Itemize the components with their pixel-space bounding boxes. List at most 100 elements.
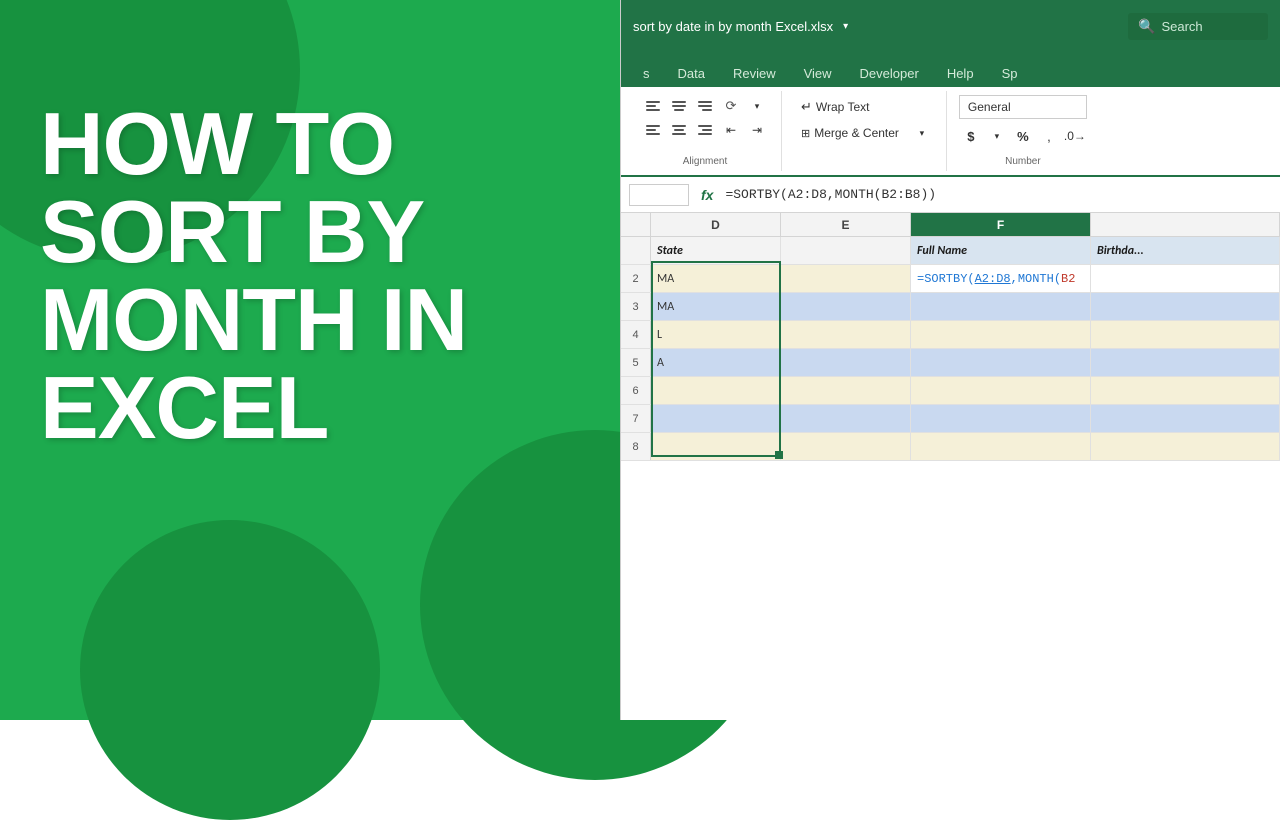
cell-d6[interactable] xyxy=(651,377,781,404)
cell-f6[interactable] xyxy=(911,377,1091,404)
merge-center-label: Merge & Center xyxy=(814,126,899,140)
spreadsheet-area: State Full Name Birthda... 2 MA =SORTBY(… xyxy=(621,237,1280,461)
cell-d3[interactable]: MA xyxy=(651,293,781,320)
ribbon-group-wrap-merge: ↵ Wrap Text ⊞ Merge & Center ▾ xyxy=(782,91,947,171)
row-num-header xyxy=(621,237,651,264)
search-label: Search xyxy=(1161,19,1202,34)
title-text: HOW TO SORT BY MONTH IN EXCEL xyxy=(40,100,600,452)
col-header-e[interactable]: E xyxy=(781,213,911,236)
cell-g5[interactable] xyxy=(1091,349,1280,376)
header-cell-g[interactable]: Birthda... xyxy=(1091,237,1280,264)
align-top-right-btn[interactable] xyxy=(693,95,717,117)
row-num-1: 2 xyxy=(621,265,651,292)
cell-f8[interactable] xyxy=(911,433,1091,460)
cell-e6[interactable] xyxy=(781,377,911,404)
orientation-btn[interactable]: ⟳ xyxy=(719,95,743,117)
ribbon-content: ⟳ ▾ xyxy=(621,87,1280,177)
indent-decrease-btn[interactable]: ⇤ xyxy=(719,119,743,141)
data-row-5: 6 xyxy=(621,377,1280,405)
wrap-text-btn[interactable]: ↵ Wrap Text xyxy=(794,95,934,119)
cell-d2[interactable]: MA xyxy=(651,265,781,292)
cell-f5[interactable] xyxy=(911,349,1091,376)
cell-g6[interactable] xyxy=(1091,377,1280,404)
ribbon-group-number: General $ ▾ % , .0→ Number xyxy=(947,91,1099,171)
cell-e7[interactable] xyxy=(781,405,911,432)
data-row-1: 2 MA =SORTBY(A2:D8,MONTH(B2 xyxy=(621,265,1280,293)
merge-center-btn[interactable]: ⊞ Merge & Center xyxy=(794,122,906,144)
col-header-d[interactable]: D xyxy=(651,213,781,236)
data-row-7: 8 xyxy=(621,433,1280,461)
indent-increase-btn[interactable]: ⇥ xyxy=(745,119,769,141)
row-num-7: 8 xyxy=(621,433,651,460)
row-num-4: 5 xyxy=(621,349,651,376)
cell-d4[interactable]: L xyxy=(651,321,781,348)
number-format-box[interactable]: General xyxy=(959,95,1087,119)
cell-f7[interactable] xyxy=(911,405,1091,432)
align-center-btn[interactable] xyxy=(667,119,691,141)
row-num-5: 6 xyxy=(621,377,651,404)
data-row-6: 7 xyxy=(621,405,1280,433)
cell-g4[interactable] xyxy=(1091,321,1280,348)
header-cell-f[interactable]: Full Name xyxy=(911,237,1091,264)
formula-display: =SORTBY(A2:D8,MONTH(B2 xyxy=(917,272,1075,286)
formula-bar-text[interactable]: =SORTBY(A2:D8,MONTH(B2:B8)) xyxy=(725,187,936,202)
cell-ref-box[interactable] xyxy=(629,184,689,206)
wrap-merge-area: ↵ Wrap Text ⊞ Merge & Center ▾ xyxy=(794,95,934,144)
number-group-label: Number xyxy=(1005,152,1041,167)
header-cell-e[interactable] xyxy=(781,237,911,264)
cell-g8[interactable] xyxy=(1091,433,1280,460)
title-area: HOW TO SORT BY MONTH IN EXCEL xyxy=(40,100,600,452)
cell-f3[interactable] xyxy=(911,293,1091,320)
title-line4: EXCEL xyxy=(40,364,600,452)
cell-e8[interactable] xyxy=(781,433,911,460)
cell-e5[interactable] xyxy=(781,349,911,376)
cell-d8[interactable] xyxy=(651,433,781,460)
cell-g7[interactable] xyxy=(1091,405,1280,432)
tab-help[interactable]: Help xyxy=(933,60,988,87)
tab-data[interactable]: Data xyxy=(664,60,719,87)
cell-f4[interactable] xyxy=(911,321,1091,348)
align-right-btn[interactable] xyxy=(693,119,717,141)
cell-d5[interactable]: A xyxy=(651,349,781,376)
search-box[interactable]: 🔍 Search xyxy=(1128,13,1268,40)
currency-dropdown-btn[interactable]: ▾ xyxy=(985,125,1009,147)
data-row-2: 3 MA xyxy=(621,293,1280,321)
merge-icon: ⊞ xyxy=(801,127,810,140)
cell-d7[interactable] xyxy=(651,405,781,432)
comma-btn[interactable]: , xyxy=(1037,125,1061,147)
wrap-text-label: Wrap Text xyxy=(816,100,870,114)
tab-sp[interactable]: Sp xyxy=(988,60,1032,87)
col-header-g[interactable] xyxy=(1091,213,1280,236)
alignment-bottom-row: ⇤ ⇥ xyxy=(641,119,769,141)
tab-s[interactable]: s xyxy=(629,60,664,87)
orientation-dropdown-btn[interactable]: ▾ xyxy=(745,95,769,117)
tab-developer[interactable]: Developer xyxy=(846,60,933,87)
row-num-6: 7 xyxy=(621,405,651,432)
align-left-btn[interactable] xyxy=(641,119,665,141)
header-cell-d[interactable]: State xyxy=(651,237,781,264)
cell-e4[interactable] xyxy=(781,321,911,348)
ribbon-group-alignment: ⟳ ▾ xyxy=(629,91,782,171)
formula-fx-icon: fx xyxy=(701,187,713,203)
cell-f2[interactable]: =SORTBY(A2:D8,MONTH(B2 xyxy=(911,265,1091,292)
tab-view[interactable]: View xyxy=(790,60,846,87)
percent-btn[interactable]: % xyxy=(1011,125,1035,147)
currency-btn[interactable]: $ xyxy=(959,125,983,147)
increase-decimal-btn[interactable]: .0→ xyxy=(1063,125,1087,147)
filename-dropdown-arrow[interactable]: ▾ xyxy=(843,21,848,32)
row-num-2: 3 xyxy=(621,293,651,320)
tab-review[interactable]: Review xyxy=(719,60,790,87)
title-line1: HOW TO xyxy=(40,100,600,188)
number-format-label: General xyxy=(968,100,1011,114)
row-num-spacer xyxy=(621,213,651,236)
cell-e3[interactable] xyxy=(781,293,911,320)
cell-e2[interactable] xyxy=(781,265,911,292)
col-header-f[interactable]: F xyxy=(911,213,1091,236)
cell-g2[interactable] xyxy=(1091,265,1280,292)
cell-g3[interactable] xyxy=(1091,293,1280,320)
align-top-center-btn[interactable] xyxy=(667,95,691,117)
merge-dropdown-btn[interactable]: ▾ xyxy=(910,122,934,144)
title-line2: SORT BY xyxy=(40,188,600,276)
formula-bar: fx =SORTBY(A2:D8,MONTH(B2:B8)) xyxy=(621,177,1280,213)
align-top-left-btn[interactable] xyxy=(641,95,665,117)
